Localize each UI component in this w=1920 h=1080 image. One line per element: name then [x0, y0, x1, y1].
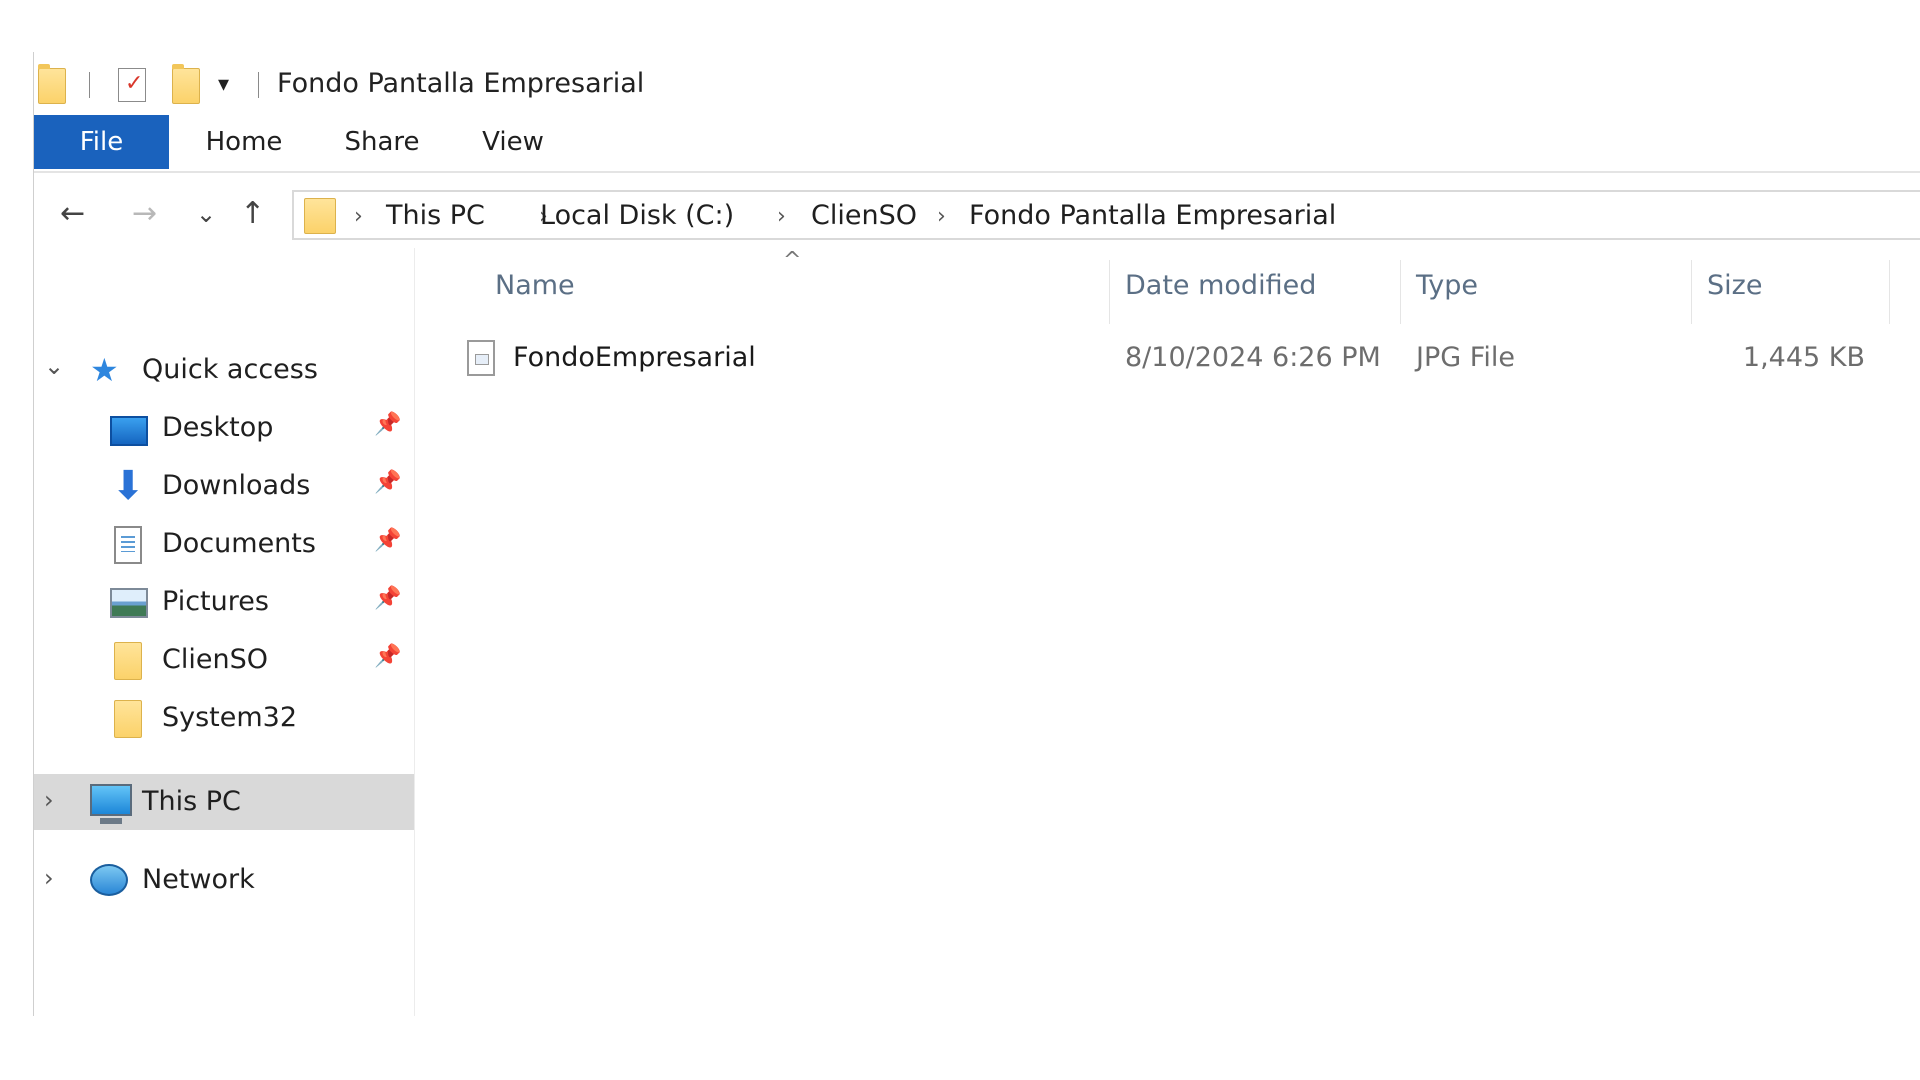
sidebar-item-label: Documents — [162, 528, 316, 559]
column-header-name[interactable]: Name — [495, 270, 575, 301]
properties-icon[interactable] — [118, 68, 146, 102]
column-divider[interactable] — [1400, 260, 1401, 324]
file-size: 1,445 KB — [1742, 342, 1865, 373]
chevron-down-icon[interactable]: ⌄ — [44, 352, 64, 380]
window-title: Fondo Pantalla Empresarial — [277, 68, 645, 99]
desktop-icon — [110, 416, 148, 446]
sidebar-item-label: Desktop — [162, 412, 274, 443]
network-icon — [90, 864, 128, 896]
computer-icon — [90, 784, 132, 824]
breadcrumb-cliENSO[interactable]: ClienSO — [811, 198, 917, 234]
column-header-type[interactable]: Type — [1416, 270, 1478, 301]
tab-share[interactable]: Share — [334, 115, 430, 169]
folder-icon[interactable] — [38, 64, 66, 104]
breadcrumb-chevron-icon[interactable]: › — [937, 199, 946, 235]
image-file-icon — [467, 340, 495, 376]
sidebar-item-desktop[interactable]: Desktop 📌 — [34, 400, 414, 456]
download-icon: ⬇ — [111, 463, 145, 509]
sidebar-item-documents[interactable]: Documents 📌 — [34, 516, 414, 572]
file-name: FondoEmpresarial — [513, 342, 756, 373]
navigation-bar: ← → ⌄ ↑ › This PC › Local Disk (C:) › Cl… — [34, 184, 1920, 246]
sidebar-item-label: This PC — [142, 786, 241, 817]
sidebar-item-this-pc[interactable]: › This PC — [34, 774, 414, 830]
chevron-right-icon[interactable]: › — [44, 864, 54, 892]
tab-file[interactable]: File — [34, 115, 169, 169]
pictures-icon — [110, 588, 148, 618]
sort-ascending-icon: ^ — [783, 248, 802, 273]
sidebar-item-quick-access[interactable]: ⌄ ★ Quick access — [34, 342, 414, 398]
pin-icon[interactable]: 📌 — [374, 412, 401, 437]
breadcrumb-chevron-icon: › — [354, 204, 363, 229]
sidebar-item-network[interactable]: › Network — [34, 852, 414, 908]
sidebar-item-downloads[interactable]: ⬇ Downloads 📌 — [34, 458, 414, 514]
column-divider[interactable] — [1691, 260, 1692, 324]
tab-view[interactable]: View — [470, 115, 556, 169]
ribbon: File Home Share View — [34, 115, 1920, 173]
toolbar-separator — [258, 72, 259, 98]
breadcrumb-chevron-icon[interactable]: › — [777, 199, 786, 235]
column-divider[interactable] — [1109, 260, 1110, 324]
breadcrumb-this-pc[interactable]: This PC — [386, 198, 485, 234]
pin-icon[interactable]: 📌 — [374, 586, 401, 611]
sidebar-item-pictures[interactable]: Pictures 📌 — [34, 574, 414, 630]
pin-icon[interactable]: 📌 — [374, 528, 401, 553]
sidebar-item-label: Network — [142, 864, 255, 895]
pin-icon[interactable]: 📌 — [374, 644, 401, 669]
folder-icon — [114, 642, 142, 680]
customize-dropdown-icon[interactable]: ▾ — [218, 74, 229, 96]
address-bar[interactable]: › This PC › Local Disk (C:) › ClienSO › … — [292, 190, 1920, 240]
up-arrow-icon[interactable]: ↑ — [240, 194, 265, 234]
sidebar-item-label: Pictures — [162, 586, 269, 617]
navigation-pane: ⌄ ★ Quick access Desktop 📌 ⬇ Downloads 📌… — [34, 248, 415, 1016]
folder-icon — [114, 700, 142, 738]
file-list: ^ Name Date modified Type Size FondoEmpr… — [415, 248, 1920, 1016]
title-bar: ▾ Fondo Pantalla Empresarial — [34, 52, 1920, 118]
tab-home[interactable]: Home — [196, 115, 292, 169]
breadcrumb-current-folder[interactable]: Fondo Pantalla Empresarial — [969, 198, 1336, 234]
back-arrow-icon[interactable]: ← — [60, 194, 85, 234]
sidebar-item-label: ClienSO — [162, 644, 268, 675]
column-divider[interactable] — [1889, 260, 1890, 324]
file-type: JPG File — [1416, 342, 1515, 373]
documents-icon — [114, 526, 142, 564]
pin-icon[interactable]: 📌 — [374, 470, 401, 495]
table-row[interactable]: FondoEmpresarial 8/10/2024 6:26 PM JPG F… — [415, 332, 1920, 388]
sidebar-item-clienso[interactable]: ClienSO 📌 — [34, 632, 414, 688]
sidebar-item-system32[interactable]: System32 — [34, 690, 414, 746]
file-explorer-window: ▾ Fondo Pantalla Empresarial File Home S… — [33, 52, 1920, 1016]
recent-locations-chevron-icon[interactable]: ⌄ — [196, 194, 216, 234]
column-header-size[interactable]: Size — [1707, 270, 1762, 301]
toolbar-separator — [89, 72, 90, 98]
folder-icon — [304, 198, 336, 234]
file-date-modified: 8/10/2024 6:26 PM — [1125, 342, 1381, 373]
breadcrumb-local-disk[interactable]: Local Disk (C:) — [538, 198, 735, 234]
star-icon: ★ — [90, 351, 119, 389]
sidebar-item-label: System32 — [162, 702, 298, 733]
forward-arrow-icon[interactable]: → — [132, 194, 157, 234]
chevron-right-icon[interactable]: › — [44, 786, 54, 814]
new-folder-icon[interactable] — [172, 64, 200, 104]
column-header-date-modified[interactable]: Date modified — [1125, 270, 1316, 301]
sidebar-item-label: Downloads — [162, 470, 311, 501]
breadcrumb-local-disk-label: Local Disk (C:) — [540, 200, 735, 231]
sidebar-item-label: Quick access — [142, 354, 318, 385]
